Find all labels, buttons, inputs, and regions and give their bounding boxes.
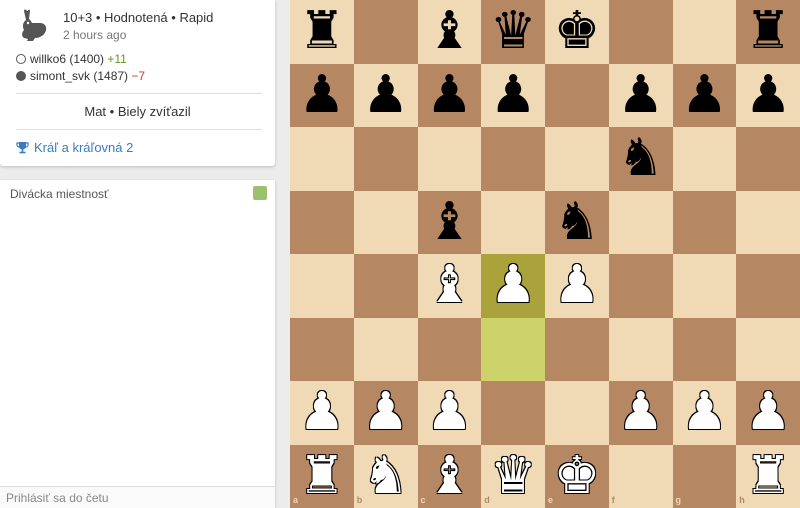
player-black-name: simont_svk (1487) — [30, 69, 129, 83]
rank-label: 8 — [790, 2, 796, 12]
player-white-rating-diff: +11 — [107, 52, 127, 66]
white-knight-icon[interactable]: ♞ — [354, 445, 418, 508]
square-c6[interactable] — [417, 127, 482, 191]
square-e2[interactable] — [545, 381, 609, 445]
square-e3[interactable] — [545, 317, 609, 381]
square-f1[interactable] — [608, 444, 673, 508]
square-d3[interactable] — [481, 317, 545, 381]
black-player-icon — [16, 71, 26, 81]
white-pawn-icon[interactable]: ♟ — [609, 381, 673, 445]
black-bishop-icon[interactable]: ♝ — [418, 0, 482, 64]
black-bishop-icon[interactable]: ♝ — [418, 191, 482, 255]
file-label: e — [548, 495, 554, 505]
square-g1[interactable] — [672, 444, 737, 508]
square-f3[interactable] — [608, 317, 673, 381]
rank-label: 2 — [790, 383, 796, 393]
square-e6[interactable] — [545, 127, 609, 191]
square-a4[interactable] — [290, 254, 354, 318]
square-a6[interactable] — [290, 127, 354, 191]
square-b4[interactable] — [353, 254, 418, 318]
player-black[interactable]: simont_svk (1487) −7 — [16, 69, 145, 83]
trophy-icon — [16, 142, 29, 154]
black-pawn-icon[interactable]: ♟ — [609, 64, 673, 128]
black-pawn-icon[interactable]: ♟ — [673, 64, 737, 128]
black-pawn-icon[interactable]: ♟ — [481, 64, 545, 128]
rabbit-icon — [22, 9, 47, 41]
square-a5[interactable] — [290, 190, 354, 254]
rank-label: 5 — [790, 192, 796, 203]
square-g8[interactable] — [672, 0, 737, 64]
square-g5[interactable] — [672, 190, 737, 254]
black-pawn-icon[interactable]: ♟ — [354, 64, 418, 128]
white-pawn-icon[interactable]: ♟ — [418, 381, 482, 445]
white-bishop-icon[interactable]: ♝ — [418, 445, 482, 508]
file-label: h — [739, 495, 745, 505]
chess-board[interactable]: ♜ ♝ ♛ ♚ ♜ ♟ ♟ ♟ ♟ ♟ ♟ ♟ ♞ ♝ ♞ ♝ ♟ ♟ ♟ ♟ ♟ ♟ ♟ ♟ ♜ ♞ ♝ ♛ ♚ ♜ 8 7 6 5 4 3 2 1 a b… — [290, 0, 800, 508]
white-pawn-icon[interactable]: ♟ — [481, 254, 545, 318]
player-black-rating-diff: −7 — [131, 69, 146, 83]
black-knight-icon[interactable]: ♞ — [545, 191, 609, 255]
square-f5[interactable] — [608, 190, 673, 254]
square-b6[interactable] — [353, 127, 418, 191]
game-result: Mat • Biely zvíťazil — [84, 104, 191, 119]
tournament-link[interactable]: Kráľ a kráľovná 2 — [16, 140, 133, 155]
white-pawn-icon[interactable]: ♟ — [354, 381, 418, 445]
white-pawn-icon[interactable]: ♟ — [545, 254, 609, 318]
square-c3[interactable] — [417, 317, 482, 381]
black-pawn-icon[interactable]: ♟ — [418, 64, 482, 128]
rank-label: 1 — [790, 446, 796, 457]
chat-toggle[interactable] — [253, 186, 267, 200]
white-queen-icon[interactable]: ♛ — [481, 445, 545, 508]
file-label: a — [293, 495, 299, 505]
divider — [16, 129, 262, 130]
divider — [16, 93, 262, 94]
file-label: g — [675, 495, 682, 505]
black-pawn-icon[interactable]: ♟ — [290, 64, 354, 128]
chat-input[interactable]: Prihlásiť sa do četu — [0, 486, 275, 508]
square-b3[interactable] — [353, 317, 418, 381]
game-time-ago: 2 hours ago — [63, 28, 127, 42]
file-label: d — [484, 495, 490, 505]
white-rook-icon[interactable]: ♜ — [290, 445, 354, 508]
rank-label: 6 — [790, 129, 796, 139]
square-d2[interactable] — [481, 381, 545, 445]
square-e7[interactable] — [545, 63, 609, 127]
black-knight-icon[interactable]: ♞ — [609, 127, 673, 191]
square-b8[interactable] — [353, 0, 418, 64]
player-white-name: willko6 (1400) — [30, 52, 105, 66]
tournament-name: Kráľ a kráľovná 2 — [34, 140, 134, 155]
file-label: b — [356, 495, 363, 505]
spectator-chat: Divácka miestnosť Prihlásiť sa do četu — [0, 180, 275, 508]
square-b5[interactable] — [353, 190, 418, 254]
white-bishop-icon[interactable]: ♝ — [418, 254, 482, 318]
white-king-icon[interactable]: ♚ — [545, 445, 609, 508]
player-white[interactable]: willko6 (1400) +11 — [16, 52, 127, 66]
square-g6[interactable] — [672, 127, 737, 191]
white-player-icon — [16, 54, 26, 64]
square-d6[interactable] — [481, 127, 545, 191]
white-pawn-icon[interactable]: ♟ — [673, 381, 737, 445]
game-meta: 10+3 • Hodnotená • Rapid — [63, 10, 214, 25]
square-f8[interactable] — [608, 0, 673, 64]
black-king-icon[interactable]: ♚ — [545, 0, 609, 64]
white-pawn-icon[interactable]: ♟ — [290, 381, 354, 445]
square-a3[interactable] — [290, 317, 354, 381]
rank-label: 4 — [790, 256, 796, 266]
game-info-card: 10+3 • Hodnotená • Rapid 2 hours ago wil… — [0, 0, 275, 166]
square-g4[interactable] — [672, 254, 737, 318]
square-d5[interactable] — [481, 190, 545, 254]
black-queen-icon[interactable]: ♛ — [481, 0, 545, 64]
file-label: f — [611, 495, 615, 505]
file-label: c — [420, 495, 426, 505]
rank-label: 7 — [790, 65, 796, 76]
chat-title: Divácka miestnosť — [10, 187, 109, 201]
square-g3[interactable] — [672, 317, 737, 381]
square-f4[interactable] — [608, 254, 673, 318]
rank-label: 3 — [790, 319, 796, 330]
black-rook-icon[interactable]: ♜ — [290, 0, 354, 64]
